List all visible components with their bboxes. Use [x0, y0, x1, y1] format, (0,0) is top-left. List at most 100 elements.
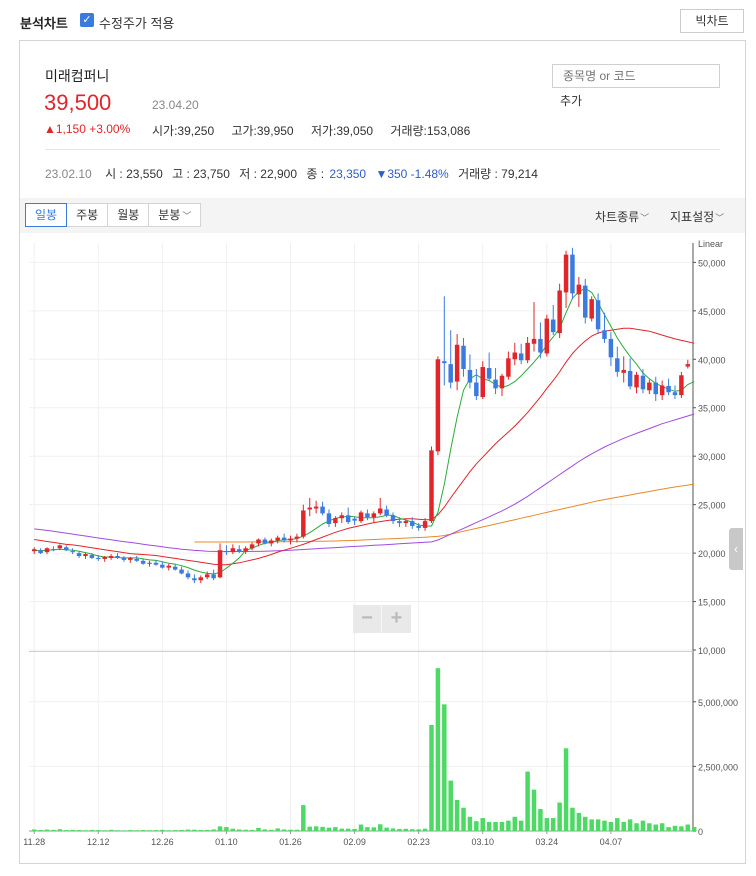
tab-weekly[interactable]: 주봉 [66, 203, 109, 227]
candle [647, 382, 652, 391]
candle [108, 556, 114, 558]
candle [538, 338, 543, 353]
chart-area[interactable]: 50,000 45,000 40,000 35,000 30,000 25,000 20,0… [20, 233, 745, 863]
candle [352, 518, 357, 521]
candle [326, 513, 332, 525]
volume-bar [672, 825, 678, 831]
volume-bar [525, 771, 530, 831]
volume-bar [134, 830, 139, 831]
volume-bar [435, 668, 441, 831]
volume-bar [211, 829, 216, 831]
candle [134, 558, 139, 561]
volume-bar [64, 830, 69, 831]
volume-bar [345, 828, 351, 831]
add-stock-button[interactable]: 추가 [560, 92, 582, 109]
chart-type-label: 차트종류 [595, 210, 640, 224]
price-tick-label: 40,000 [698, 355, 726, 365]
candle [38, 550, 43, 554]
price-tick-label: 25,000 [698, 501, 726, 511]
volume-bar [115, 830, 120, 831]
tab-daily[interactable]: 일봉 [25, 203, 68, 227]
volume-bar [301, 805, 306, 831]
candle [365, 513, 370, 518]
candle [410, 521, 415, 526]
tab-monthly[interactable]: 월봉 [107, 203, 150, 227]
volume-bar [198, 829, 204, 831]
candle [627, 370, 633, 387]
volume-bar [422, 828, 428, 831]
volume-bar [377, 824, 383, 831]
candle [512, 352, 518, 360]
side-panel-toggle[interactable]: ‹ [729, 528, 743, 570]
price-tick-label: 35,000 [698, 404, 726, 414]
adjusted-price-checkbox[interactable]: ✓ [80, 13, 94, 27]
stock-name: 미래컴퍼니 [45, 68, 110, 84]
volume-bar [371, 827, 377, 831]
ma60-line [34, 413, 695, 552]
candle [557, 290, 562, 334]
x-tick-label: 03.10 [471, 837, 494, 847]
price-tick-label: 20,000 [698, 549, 726, 559]
volume-bar [403, 828, 409, 831]
candle [570, 254, 575, 294]
candle [345, 515, 351, 523]
zoom-in-button[interactable]: + [382, 605, 411, 633]
chart-type-dropdown[interactable]: 차트종류﹀ [595, 208, 649, 225]
volume-bar [230, 828, 236, 831]
volume-bar [358, 824, 364, 831]
volume-bar [89, 829, 95, 831]
zoom-out-button[interactable]: − [353, 605, 382, 633]
volume-bar [185, 829, 191, 831]
price-change: ▲1,150 +3.00% [44, 122, 131, 136]
volume-bar [467, 816, 473, 831]
big-chart-button[interactable]: 빅차트 [680, 9, 744, 33]
volume-bar [390, 828, 396, 831]
candle [666, 385, 671, 393]
volume-bar [294, 829, 300, 831]
tab-minute[interactable]: 분봉 ﹀ [148, 203, 202, 227]
candlestick-chart[interactable]: 50,000 45,000 40,000 35,000 30,000 25,000 20,0… [20, 233, 745, 863]
hover-volume: 거래량 : 79,214 [458, 167, 538, 181]
volume-bar [615, 818, 620, 831]
price-tick-label: 15,000 [698, 598, 726, 608]
volume-bar [339, 828, 345, 831]
candle [121, 557, 127, 560]
candle [288, 538, 293, 541]
stock-search-input[interactable] [552, 64, 720, 88]
volume-bar [147, 830, 152, 831]
candle [198, 577, 204, 581]
candle [269, 540, 274, 544]
candle [659, 385, 665, 396]
volume-bar [506, 820, 511, 831]
volume-bar [243, 829, 248, 831]
candle [377, 508, 383, 514]
hover-change: ▼350 -1.48% [375, 167, 449, 181]
chevron-down-icon: ﹀ [715, 213, 725, 223]
x-tick-label: 02.09 [343, 837, 366, 847]
open-price: 시가:39,250 [152, 124, 215, 138]
volume-bar [570, 807, 575, 831]
candle [531, 338, 537, 344]
indicator-settings-dropdown[interactable]: 지표설정﹀ [670, 208, 724, 225]
scale-label: Linear [698, 239, 723, 249]
volume-bar [531, 789, 537, 831]
volume-bar [679, 826, 684, 831]
volume-bar [320, 826, 325, 831]
volume-bar [621, 821, 626, 831]
volume-bar [51, 829, 56, 831]
candle [313, 506, 319, 509]
divider [45, 149, 720, 150]
candle [563, 254, 569, 293]
candle [185, 573, 191, 578]
volume-bar [653, 824, 658, 831]
volume-bar [313, 826, 319, 831]
top-bar: 분석차트 ✓ 수정주가 적용 빅차트 [0, 0, 756, 40]
volume-bar [557, 802, 562, 831]
indicator-settings-label: 지표설정 [670, 210, 715, 224]
high-price: 고가:39,950 [231, 124, 294, 138]
volume-bar [608, 821, 614, 831]
candle [70, 551, 75, 553]
volume-bar [269, 829, 274, 831]
adjusted-price-label[interactable]: 수정주가 적용 [99, 13, 174, 32]
candle [371, 513, 377, 518]
